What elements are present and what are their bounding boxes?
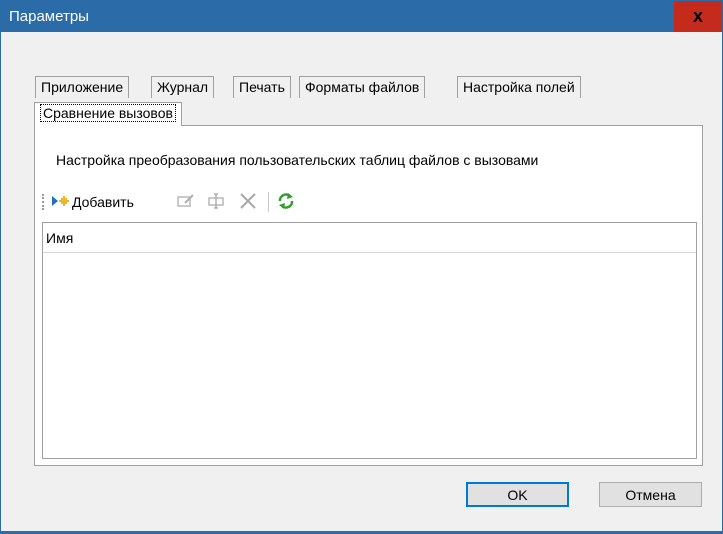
- title-bar[interactable]: Параметры x: [1, 1, 722, 32]
- tab-field-settings[interactable]: Настройка полей: [457, 76, 581, 98]
- column-header-name[interactable]: Имя: [46, 230, 73, 246]
- tab-label: Сравнение вызовов: [40, 104, 176, 122]
- tab-label: Настройка полей: [463, 79, 575, 95]
- edit-button[interactable]: [176, 191, 196, 213]
- panel-description: Настройка преобразования пользовательски…: [56, 152, 539, 168]
- ok-button-label: OK: [507, 486, 528, 503]
- options-dialog: Параметры x Приложение Журнал Печать Фор…: [0, 0, 723, 534]
- cancel-button[interactable]: Отмена: [599, 482, 702, 507]
- tab-panel: Настройка преобразования пользовательски…: [34, 125, 703, 466]
- edit-icon: [176, 193, 196, 212]
- refresh-button[interactable]: [276, 191, 296, 213]
- delete-button[interactable]: [238, 191, 258, 213]
- tab-journal[interactable]: Журнал: [151, 76, 215, 98]
- rename-icon: [207, 192, 227, 212]
- grid-header: Имя: [43, 223, 696, 253]
- tab-label: Журнал: [157, 79, 209, 95]
- window-bottom-border: [1, 531, 722, 533]
- tab-print[interactable]: Печать: [233, 76, 291, 98]
- add-icon: [50, 193, 70, 212]
- tab-label: Форматы файлов: [305, 79, 420, 95]
- toolbar: Добавить: [42, 188, 697, 216]
- add-button[interactable]: Добавить: [50, 191, 134, 213]
- close-button[interactable]: x: [674, 1, 722, 32]
- tab-file-formats[interactable]: Форматы файлов: [299, 76, 426, 98]
- tab-label: Печать: [239, 79, 285, 95]
- rename-button[interactable]: [207, 191, 227, 213]
- toolbar-grip[interactable]: [42, 194, 46, 210]
- tab-application[interactable]: Приложение: [35, 76, 130, 98]
- delete-icon: [238, 192, 258, 212]
- tab-label: Приложение: [41, 79, 124, 95]
- ok-button[interactable]: OK: [466, 482, 569, 507]
- refresh-icon: [276, 192, 296, 213]
- close-icon: x: [692, 6, 703, 26]
- tab-call-comparison[interactable]: Сравнение вызовов: [34, 102, 182, 126]
- window-title: Параметры: [9, 8, 89, 25]
- add-button-label: Добавить: [72, 194, 134, 210]
- toolbar-separator: [268, 192, 269, 212]
- names-grid[interactable]: Имя: [42, 222, 697, 459]
- cancel-button-label: Отмена: [625, 486, 676, 503]
